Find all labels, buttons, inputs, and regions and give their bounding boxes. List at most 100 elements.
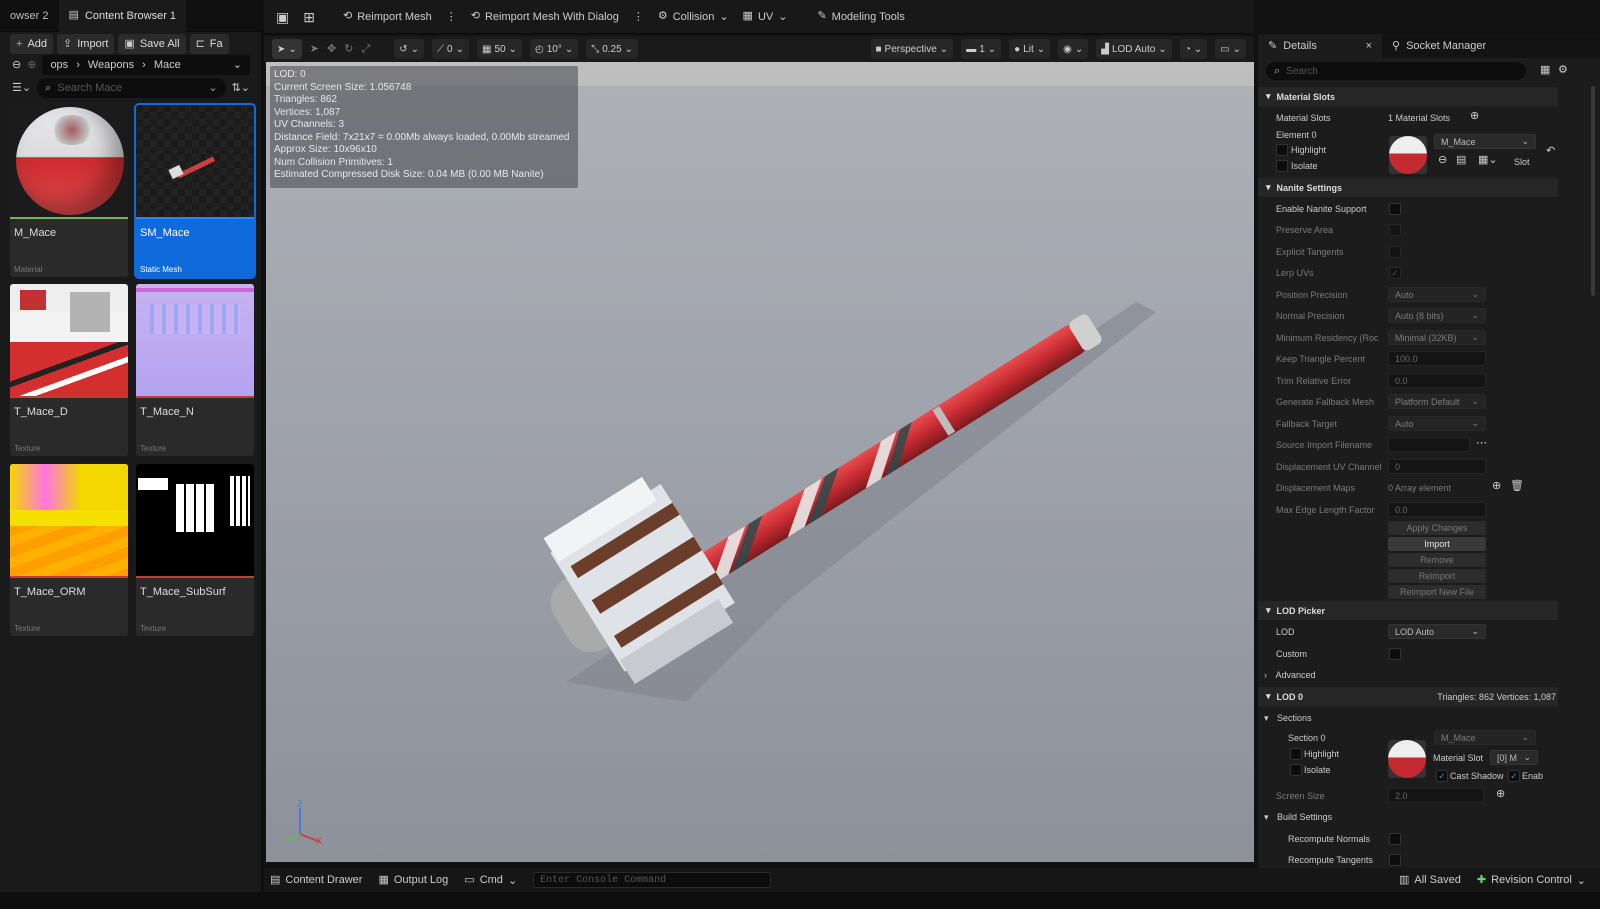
- collision-menu[interactable]: ⚙ Collision ⌄: [658, 10, 729, 24]
- surface-snap-button[interactable]: ⟋ 0 ⌄: [432, 39, 469, 59]
- disp-uv-input[interactable]: 0: [1388, 459, 1486, 474]
- asset-tile[interactable]: M_Mace Material: [10, 105, 128, 277]
- use-selected-icon[interactable]: ⊖: [1438, 155, 1447, 166]
- screen-size-input[interactable]: 2.0: [1388, 788, 1484, 803]
- enable-collision-checkbox[interactable]: ✓: [1508, 770, 1520, 782]
- build-settings-row[interactable]: ▾ Build Settings: [1264, 812, 1332, 823]
- rotate-icon[interactable]: ↻: [344, 43, 353, 55]
- asset-tile[interactable]: T_Mace_D Texture: [10, 284, 128, 456]
- back-icon[interactable]: ⊖: [12, 59, 21, 71]
- add-element-icon[interactable]: ⊕: [1492, 481, 1501, 492]
- coordinate-space-button[interactable]: ↺ ⌄: [394, 39, 425, 59]
- settings-icon[interactable]: ⚙: [1558, 65, 1568, 76]
- lod-dropdown[interactable]: LOD Auto ⌄: [1388, 624, 1486, 639]
- breadcrumb-item[interactable]: Mace: [154, 59, 181, 71]
- cmd-button[interactable]: ▭ Cmd ⌄: [464, 874, 517, 887]
- view-mode-button[interactable]: ● Lit ⌄: [1009, 39, 1051, 59]
- trash-icon[interactable]: 🗑: [1510, 481, 1524, 492]
- tab-socket-manager[interactable]: ⚲ Socket Manager: [1382, 34, 1496, 58]
- preserve-area-checkbox[interactable]: [1389, 224, 1401, 236]
- section-isolate-checkbox[interactable]: [1290, 764, 1302, 776]
- select-icon[interactable]: ➤: [310, 43, 319, 55]
- performance-button[interactable]: ◔ ⌄: [1179, 39, 1208, 59]
- reimport-mesh-button[interactable]: ⟲ Reimport Mesh: [343, 11, 432, 23]
- remove-button[interactable]: Remove: [1388, 553, 1486, 567]
- browse-icon[interactable]: ▤: [1456, 155, 1466, 166]
- static-mesh-viewport[interactable]: LOD: 0 Current Screen Size: 1.056748 Tri…: [266, 62, 1254, 862]
- section-material-slots[interactable]: ▾ Material Slots: [1258, 87, 1558, 106]
- gen-fallback-dropdown[interactable]: Platform Default ⌄: [1388, 394, 1486, 409]
- explicit-tangents-checkbox[interactable]: [1389, 246, 1401, 258]
- modeling-tools-button[interactable]: ✎ Modeling Tools: [817, 11, 904, 23]
- section-lod-0[interactable]: ▾ LOD 0 Triangles: 862 Vertices: 1,087: [1258, 687, 1558, 706]
- add-slot-icon[interactable]: ⊕: [1470, 111, 1479, 122]
- isolate-checkbox[interactable]: [1276, 160, 1288, 172]
- viewport-layout-button[interactable]: ▭ ⌄: [1215, 39, 1246, 59]
- position-precision-dropdown[interactable]: Auto ⌄: [1388, 287, 1486, 302]
- import-button[interactable]: ⇪ Import: [57, 34, 115, 54]
- grid-icon[interactable]: ▦⌄: [1478, 155, 1498, 166]
- revision-control-button[interactable]: ✚ Revision Control ⌄: [1477, 874, 1586, 887]
- console-command-input[interactable]: Enter Console Command: [533, 872, 772, 888]
- all-saved-button[interactable]: ▥ All Saved: [1399, 874, 1461, 886]
- material-slot-dropdown[interactable]: [0] M ⌄: [1490, 750, 1538, 765]
- section-material-dropdown[interactable]: M_Mace ⌄: [1434, 730, 1536, 745]
- uv-menu[interactable]: ▦ UV ⌄: [743, 10, 788, 24]
- breadcrumb-item[interactable]: Weapons: [88, 59, 134, 71]
- sort-icon[interactable]: ⇅⌄: [232, 82, 250, 94]
- cast-shadow-checkbox[interactable]: ✓: [1436, 770, 1448, 782]
- scale-snap-button[interactable]: ⤡ 0.25 ⌄: [586, 39, 639, 59]
- section-lod-picker[interactable]: ▾ LOD Picker: [1258, 601, 1558, 620]
- sections-row[interactable]: ▾ Sections: [1264, 713, 1312, 724]
- output-log-button[interactable]: ▦ Output Log: [378, 874, 448, 886]
- recompute-normals-checkbox[interactable]: [1389, 833, 1401, 845]
- trim-error-input[interactable]: 0.0: [1388, 373, 1486, 388]
- details-scrollbar[interactable]: [1591, 86, 1595, 296]
- more-icon[interactable]: ⋮: [633, 10, 644, 23]
- breadcrumb-item[interactable]: ops: [50, 59, 68, 71]
- details-search-input[interactable]: ⌕ Search: [1266, 62, 1526, 80]
- reimport-new-file-button[interactable]: Reimport New File: [1388, 585, 1486, 599]
- more-icon[interactable]: ⋯: [1476, 438, 1487, 449]
- import-nanite-button[interactable]: Import: [1388, 537, 1486, 551]
- section-highlight-checkbox[interactable]: [1290, 748, 1302, 760]
- custom-checkbox[interactable]: [1389, 648, 1401, 660]
- camera-speed-button[interactable]: ▬ 1 ⌄: [961, 39, 1002, 59]
- content-drawer-button[interactable]: ▤ Content Drawer: [270, 874, 362, 886]
- section-nanite-settings[interactable]: ▾ Nanite Settings: [1258, 178, 1558, 197]
- search-input[interactable]: ⌕ Search Mace ⌄: [37, 78, 226, 98]
- close-icon[interactable]: ×: [1366, 40, 1372, 52]
- apply-changes-button[interactable]: Apply Changes: [1388, 521, 1486, 535]
- rotation-snap-button[interactable]: ◴ 10° ⌄: [529, 39, 579, 59]
- enable-nanite-checkbox[interactable]: [1389, 203, 1401, 215]
- perspective-button[interactable]: ■ Perspective ⌄: [870, 39, 954, 59]
- forward-icon[interactable]: ⊕: [27, 59, 36, 71]
- select-mode-button[interactable]: ➤ ⌄: [272, 39, 302, 59]
- asset-tile[interactable]: T_Mace_SubSurf Texture: [136, 464, 254, 636]
- save-icon[interactable]: ▣: [276, 10, 289, 24]
- lod-button[interactable]: ▟ LOD Auto ⌄: [1096, 39, 1172, 59]
- material-thumbnail[interactable]: [1389, 136, 1427, 174]
- fallback-target-dropdown[interactable]: Auto ⌄: [1388, 416, 1486, 431]
- source-import-input[interactable]: [1388, 437, 1470, 452]
- highlight-checkbox[interactable]: [1276, 144, 1288, 156]
- min-residency-dropdown[interactable]: Minimal (32KB) ⌄: [1388, 330, 1486, 345]
- asset-tile-selected[interactable]: SM_Mace Static Mesh: [134, 103, 256, 279]
- show-flags-button[interactable]: ◉ ⌄: [1058, 39, 1089, 59]
- lerp-uvs-checkbox[interactable]: ✓: [1389, 267, 1401, 279]
- asset-tile[interactable]: T_Mace_N Texture: [136, 284, 254, 456]
- keep-triangle-input[interactable]: 100.0: [1388, 351, 1486, 366]
- more-icon[interactable]: ⋮: [446, 10, 457, 23]
- reset-arrow-icon[interactable]: ↶: [1546, 146, 1555, 157]
- tab-content-browser-1[interactable]: ▤ Content Browser 1: [58, 0, 187, 32]
- browse-icon[interactable]: ⊞: [303, 10, 315, 24]
- translate-icon[interactable]: ✥: [327, 43, 336, 55]
- reimport-dialog-button[interactable]: ⟲ Reimport Mesh With Dialog: [471, 11, 619, 23]
- recompute-tangents-checkbox[interactable]: [1389, 854, 1401, 866]
- tab-content-browser-2[interactable]: owser 2: [0, 0, 59, 32]
- tab-details[interactable]: ✎ Details ×: [1258, 34, 1382, 58]
- table-view-icon[interactable]: ▦: [1540, 65, 1550, 76]
- max-edge-input[interactable]: 0.0: [1388, 502, 1486, 517]
- fab-button[interactable]: ⊏ Fa: [189, 34, 229, 54]
- normal-precision-dropdown[interactable]: Auto (8 bits) ⌄: [1388, 308, 1486, 323]
